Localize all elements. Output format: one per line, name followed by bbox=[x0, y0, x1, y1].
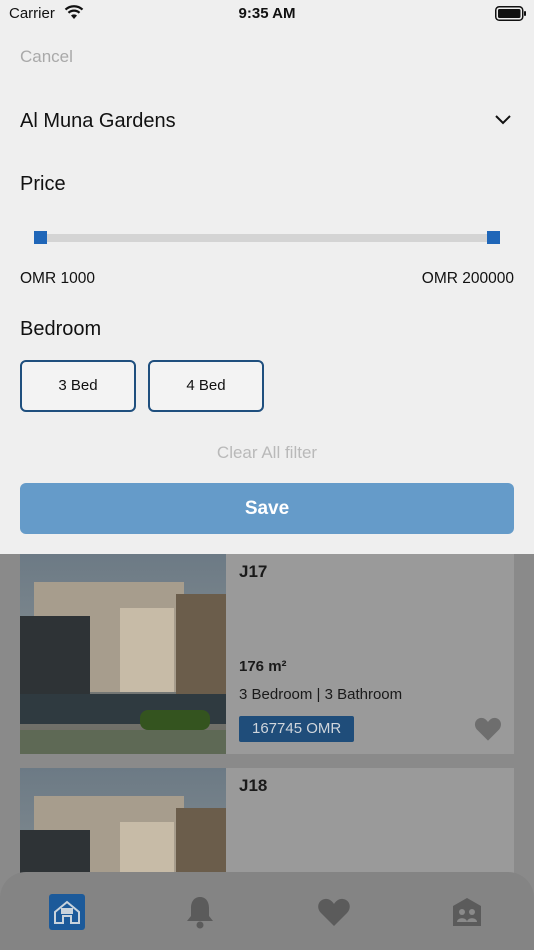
clock: 9:35 AM bbox=[238, 5, 296, 22]
price-max-label: OMR 200000 bbox=[421, 270, 514, 287]
heart-icon[interactable] bbox=[316, 894, 352, 930]
bell-icon[interactable] bbox=[182, 894, 218, 930]
price-min-label: OMR 1000 bbox=[20, 270, 95, 287]
listing-title: J18 bbox=[239, 776, 268, 795]
price-section-title: Price bbox=[20, 173, 66, 195]
bedroom-section-title: Bedroom bbox=[20, 318, 102, 340]
price-min-handle[interactable] bbox=[34, 231, 47, 244]
project-selected-value: Al Muna Gardens bbox=[20, 110, 176, 132]
clear-all-filter-button[interactable]: Clear All filter bbox=[0, 443, 534, 463]
contacts-icon[interactable] bbox=[449, 894, 485, 930]
project-dropdown[interactable]: Al Muna Gardens bbox=[20, 106, 514, 140]
status-bar: Carrier 9:35 AM bbox=[0, 0, 534, 28]
home-icon[interactable] bbox=[49, 894, 85, 930]
favorite-heart-icon[interactable] bbox=[474, 716, 502, 742]
listing-rooms: 3 Bedroom | 3 Bathroom bbox=[239, 686, 403, 703]
bedroom-option-4-bed[interactable]: 4 Bed bbox=[148, 360, 264, 412]
price-max-handle[interactable] bbox=[487, 231, 500, 244]
listing-card[interactable]: J17 176 m² 3 Bedroom | 3 Bathroom 167745… bbox=[20, 554, 514, 754]
battery-icon bbox=[495, 6, 526, 21]
cancel-button[interactable]: Cancel bbox=[20, 47, 73, 67]
save-button[interactable]: Save bbox=[20, 483, 514, 534]
listing-title: J17 bbox=[239, 562, 268, 581]
filter-sheet: Carrier 9:35 AM Cancel Al Muna Gardens P… bbox=[0, 0, 534, 554]
villa-image bbox=[20, 554, 226, 754]
chevron-down-icon bbox=[495, 115, 511, 125]
bedroom-option-3-bed[interactable]: 3 Bed bbox=[20, 360, 136, 412]
listing-price-badge: 167745 OMR bbox=[239, 716, 355, 742]
tab-bar bbox=[0, 872, 534, 950]
listing-area: 176 m² bbox=[239, 658, 287, 675]
price-range-track[interactable] bbox=[40, 234, 494, 242]
